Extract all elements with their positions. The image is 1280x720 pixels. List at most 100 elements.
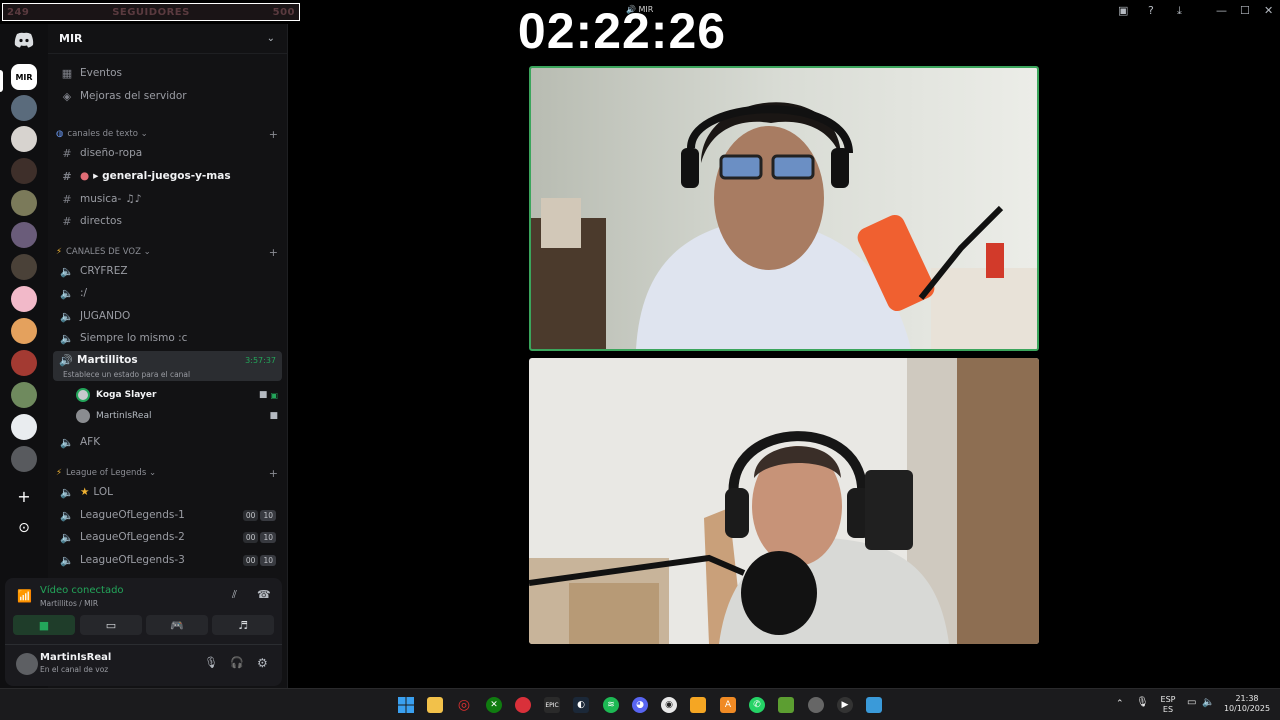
disconnect-icon[interactable]: ☎ [257, 588, 271, 601]
user-avatar[interactable] [16, 653, 38, 675]
emoji-icon: ● [80, 170, 90, 182]
network-icon[interactable]: ▭ [1187, 698, 1196, 708]
discord-home-icon[interactable] [11, 27, 37, 53]
window-title-text: MIR [638, 5, 654, 14]
voice-channel-lol-2[interactable]: 🔈 LeagueOfLegends-2 00 10 [54, 526, 282, 548]
channel-directos[interactable]: # directos [54, 210, 282, 232]
tray-chevron-icon[interactable]: ⌃ [1116, 699, 1124, 709]
boost-item[interactable]: ◈ Mejoras del servidor [54, 85, 282, 107]
language-indicator[interactable]: ESP ES [1158, 695, 1178, 715]
voice-channel-siempre[interactable]: 🔈 Siempre lo mismo :c [54, 327, 282, 349]
channel-musica[interactable]: # musica- ♫♪ [54, 188, 282, 210]
clock[interactable]: 21:38 10/10/2025 [1222, 694, 1272, 714]
server-icon-2[interactable] [11, 95, 37, 121]
server-icon-5[interactable] [11, 190, 37, 216]
server-icon-9[interactable] [11, 318, 37, 344]
soundboard-button[interactable]: ♬ [212, 615, 274, 635]
file-explorer-icon[interactable] [427, 697, 443, 713]
spotify-icon[interactable]: ≋ [603, 697, 619, 713]
noise-suppression-icon[interactable]: ⫽ [232, 588, 237, 602]
headphones-icon[interactable]: 🎧 [230, 656, 244, 669]
help-icon[interactable]: ? [1148, 4, 1154, 17]
minecraft-icon[interactable] [778, 697, 794, 713]
voice-connection-panel: 📶 Vídeo conectado Martillitos / MIR ⫽ ☎ … [5, 578, 282, 686]
close-icon[interactable]: ✕ [1264, 4, 1273, 17]
inbox-icon[interactable]: ▣ [1118, 4, 1128, 17]
category-text[interactable]: ◍ canales de texto ⌄ + [56, 126, 278, 142]
voice-channel-lol[interactable]: 🔈 ★ LOL [54, 481, 282, 503]
voice-status[interactable]: Vídeo conectado [40, 585, 124, 596]
server-header[interactable]: MIR ⌄ [48, 24, 287, 54]
tray-mic-icon[interactable]: 🎙 [1136, 698, 1149, 708]
steam-icon[interactable]: ◐ [573, 697, 589, 713]
screen-share-button[interactable]: ▭ [80, 615, 142, 635]
voice-channel-slash[interactable]: 🔈:/ [54, 282, 282, 304]
channel-label: CRYFREZ [80, 265, 128, 277]
server-icon-6[interactable] [11, 222, 37, 248]
member-koga[interactable]: Koga Slayer ■ ▣ [76, 386, 278, 404]
media-player-icon[interactable]: ▶ [837, 697, 853, 713]
xbox-icon[interactable]: ✕ [486, 697, 502, 713]
app-orange-icon[interactable] [690, 697, 706, 713]
voice-channel-lol-1[interactable]: 🔈 LeagueOfLegends-1 00 10 [54, 504, 282, 526]
app-gray-icon[interactable] [808, 697, 824, 713]
discover-icon[interactable]: ⊙ [11, 515, 37, 541]
camera-button[interactable]: ■ [13, 615, 75, 635]
channel-general-juegos[interactable]: # ● ▸ general-juegos-y-mas [54, 165, 282, 187]
obs-icon[interactable]: ◉ [661, 697, 677, 713]
member-martin[interactable]: MartinIsReal ■ [76, 407, 278, 425]
server-icon-3[interactable] [11, 126, 37, 152]
hash-icon: # [62, 146, 72, 160]
server-mir-icon[interactable]: MIR [11, 64, 37, 90]
server-icon-8[interactable] [11, 286, 37, 312]
speaker-icon: 🔈 [60, 553, 74, 567]
voice-channel-afk[interactable]: 🔈 AFK [54, 431, 282, 453]
streaming-icon: ▣ [270, 390, 278, 400]
channel-label: AFK [80, 436, 101, 448]
events-item[interactable]: ▦ Eventos [54, 62, 282, 84]
boost-icon: ◈ [62, 89, 72, 103]
download-icon[interactable]: ⤓ [1177, 4, 1182, 18]
active-voice-channel[interactable]: 🔊 Martillitos 3:57:37 Establece un estad… [53, 351, 282, 381]
app-red-icon[interactable] [515, 697, 531, 713]
user-count-badge: 00 [242, 554, 259, 566]
video-tile-martin[interactable] [529, 358, 1039, 644]
speaker-icon: 🔈 [60, 530, 74, 544]
server-icon-12[interactable] [11, 414, 37, 440]
add-channel-icon[interactable]: + [269, 467, 278, 480]
channel-diseno-ropa[interactable]: # diseño-ropa [54, 142, 282, 164]
voice-channel-lol-3[interactable]: 🔈 LeagueOfLegends-3 00 10 [54, 549, 282, 571]
voice-channel-jugando[interactable]: 🔈 JUGANDO [54, 305, 282, 327]
activities-button[interactable]: 🎮 [146, 615, 208, 635]
server-icon-13[interactable] [11, 446, 37, 472]
language-code: ESP [1160, 695, 1176, 704]
settings-gear-icon[interactable]: ⚙ [257, 656, 268, 670]
server-icon-4[interactable] [11, 158, 37, 184]
server-icon-11[interactable] [11, 382, 37, 408]
app-a-icon[interactable]: A [720, 697, 736, 713]
discord-taskbar-icon[interactable]: ◕ [632, 697, 648, 713]
opera-icon[interactable]: ◎ [456, 697, 472, 713]
notepad-icon[interactable] [866, 697, 882, 713]
volume-icon[interactable]: 🔈 [1202, 698, 1214, 708]
category-voice-label: CANALES DE VOZ [65, 247, 141, 257]
video-tile-koga[interactable] [529, 66, 1039, 351]
category-lol[interactable]: ⚡ League of Legends ⌄ + [56, 465, 278, 481]
boost-label: Mejoras del servidor [80, 90, 187, 102]
server-icon-7[interactable] [11, 254, 37, 280]
channel-status[interactable]: Establece un estado para el canal [63, 370, 190, 379]
add-channel-icon[interactable]: + [269, 128, 278, 141]
server-icon-10[interactable] [11, 350, 37, 376]
windows-start-icon[interactable] [398, 697, 414, 713]
minimize-icon[interactable]: — [1216, 4, 1227, 17]
voice-channel-cryfrez[interactable]: 🔈 CRYFREZ [54, 260, 282, 282]
epic-games-icon[interactable]: EPIC [544, 697, 560, 713]
add-channel-icon[interactable]: + [269, 246, 278, 259]
maximize-icon[interactable]: ☐ [1240, 4, 1250, 17]
category-voice[interactable]: ⚡ CANALES DE VOZ ⌄ + [56, 244, 278, 260]
channel-label: LOL [93, 486, 114, 498]
add-server-icon[interactable]: + [11, 483, 37, 509]
microphone-icon[interactable]: 🎙 [204, 656, 218, 669]
whatsapp-icon[interactable]: ✆ [749, 697, 765, 713]
voice-location[interactable]: Martillitos / MIR [40, 599, 98, 608]
